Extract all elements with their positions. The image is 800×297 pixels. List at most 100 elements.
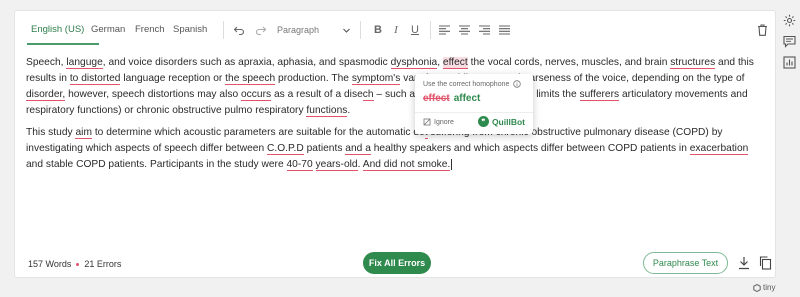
delete-button[interactable] xyxy=(755,21,769,39)
paraphrase-text-button[interactable]: Paraphrase Text xyxy=(643,252,728,274)
quillbot-brand: ❞ QuillBot xyxy=(477,116,525,127)
suggestion-title: Use the correct homophone xyxy=(423,80,522,88)
settings-button[interactable] xyxy=(783,14,796,32)
align-right-button[interactable] xyxy=(477,21,491,39)
align-left-icon xyxy=(438,25,450,35)
paragraph-1: Speech, languge, and voice disorders suc… xyxy=(26,55,766,119)
text: and stable COPD patients. Participants i… xyxy=(26,159,287,170)
text: respiratory xyxy=(252,105,307,116)
text-cursor xyxy=(451,159,453,170)
error-word[interactable]: functions xyxy=(306,105,348,117)
editor-panel: English (US) German French Spanish Parag… xyxy=(14,10,776,278)
error-word-active[interactable]: effect xyxy=(442,57,468,69)
paragraph-2: This study aim to determine which acoust… xyxy=(26,125,766,173)
word-count: 157 Words xyxy=(28,259,72,269)
download-icon xyxy=(739,257,749,270)
text: to determine which acoustic parameters a… xyxy=(91,127,425,138)
suggestion-fix: effect affect xyxy=(423,93,480,104)
text: patients xyxy=(303,143,346,154)
copy-icon xyxy=(759,256,772,270)
text: This study xyxy=(26,127,76,138)
chart-icon xyxy=(783,56,796,69)
trash-icon xyxy=(757,24,767,36)
align-left-button[interactable] xyxy=(437,21,451,39)
text: language reception or xyxy=(120,73,226,84)
error-word[interactable]: and a xyxy=(345,143,371,155)
original-word: effect xyxy=(423,93,450,104)
error-word[interactable]: structures xyxy=(670,57,716,69)
text: however, speech distortions may also xyxy=(65,89,241,100)
text: , and voice disorders such as apraxia, a… xyxy=(102,57,391,68)
error-word[interactable]: to distorted xyxy=(69,73,121,85)
info-icon[interactable] xyxy=(513,80,522,88)
error-word[interactable]: C.O.P.D xyxy=(267,143,304,155)
italic-button[interactable]: I xyxy=(389,21,403,39)
brand-name: QuillBot xyxy=(491,116,525,127)
quillbot-logo-icon: ❞ xyxy=(477,116,489,127)
tiny-branding[interactable]: tiny xyxy=(753,283,775,292)
separator-dot xyxy=(76,262,80,266)
text: the vocal cords, nerves, muscles, and br… xyxy=(467,57,671,68)
ignore-icon xyxy=(423,118,431,126)
paragraph-select-value: Paragraph xyxy=(277,25,320,35)
paragraph-select[interactable]: Paragraph xyxy=(277,21,351,39)
ignore-label: Ignore xyxy=(434,118,454,126)
gear-icon xyxy=(783,14,796,27)
text: Speech, xyxy=(26,57,67,68)
undo-icon xyxy=(233,26,245,36)
suggestion-popup: Use the correct homophone effect affect I… xyxy=(415,74,533,134)
text: production. The xyxy=(275,73,352,84)
error-word[interactable]: 40-70 xyxy=(286,159,313,171)
bold-button[interactable]: B xyxy=(371,21,385,39)
tab-spanish[interactable]: Spanish xyxy=(173,24,207,35)
redo-button[interactable] xyxy=(253,21,269,39)
error-word[interactable]: And did not smoke. xyxy=(362,159,451,171)
comments-button[interactable] xyxy=(783,35,796,53)
align-justify-icon xyxy=(498,25,510,35)
suggested-word[interactable]: affect xyxy=(454,93,481,104)
download-button[interactable] xyxy=(738,256,750,275)
tiny-logo-icon xyxy=(753,283,761,292)
suggestion-title-text: Use the correct homophone xyxy=(423,80,510,88)
error-word[interactable]: symptom's xyxy=(351,73,401,85)
error-count: 21 Errors xyxy=(84,259,122,269)
align-center-button[interactable] xyxy=(457,21,471,39)
undo-button[interactable] xyxy=(231,21,247,39)
statistics-button[interactable] xyxy=(783,56,796,74)
align-center-icon xyxy=(458,25,470,35)
toolbar: English (US) German French Spanish Parag… xyxy=(15,11,775,49)
active-tab-indicator xyxy=(27,43,99,45)
error-word[interactable]: languge xyxy=(66,57,103,69)
error-word[interactable]: disorder, xyxy=(26,89,66,101)
ignore-button[interactable]: Ignore xyxy=(423,118,454,126)
tiny-label: tiny xyxy=(763,283,776,292)
copy-button[interactable] xyxy=(759,256,772,275)
error-word[interactable]: dysphonia xyxy=(390,57,438,69)
text: as a result of a dise xyxy=(271,89,363,100)
toolbar-divider xyxy=(360,21,361,39)
tab-french[interactable]: French xyxy=(135,24,165,35)
word-error-count: 157 Words 21 Errors xyxy=(28,259,121,269)
tab-english-us[interactable]: English (US) xyxy=(31,24,84,35)
error-word[interactable]: years-old xyxy=(315,159,358,171)
text: healthy speakers and which aspects diffe… xyxy=(370,143,690,154)
align-justify-button[interactable] xyxy=(497,21,511,39)
error-word[interactable]: aim xyxy=(75,127,92,139)
error-word[interactable]: the speech xyxy=(225,73,276,85)
toolbar-divider xyxy=(430,21,431,39)
chevron-down-icon xyxy=(343,28,350,33)
fix-all-errors-button[interactable]: Fix All Errors xyxy=(363,252,431,274)
error-word[interactable]: ch xyxy=(362,89,374,101)
error-word[interactable]: exacerbation xyxy=(689,143,749,155)
error-word[interactable]: occurs xyxy=(241,89,272,101)
toolbar-divider xyxy=(223,21,224,39)
comment-icon xyxy=(783,35,796,48)
tab-german[interactable]: German xyxy=(91,24,125,35)
text: . xyxy=(357,159,363,170)
error-word[interactable]: sufferers xyxy=(579,89,620,101)
underline-button[interactable]: U xyxy=(408,21,422,39)
editor-content[interactable]: Speech, languge, and voice disorders suc… xyxy=(26,55,766,179)
align-right-icon xyxy=(478,25,490,35)
redo-icon xyxy=(255,26,267,36)
popup-divider xyxy=(415,112,533,113)
